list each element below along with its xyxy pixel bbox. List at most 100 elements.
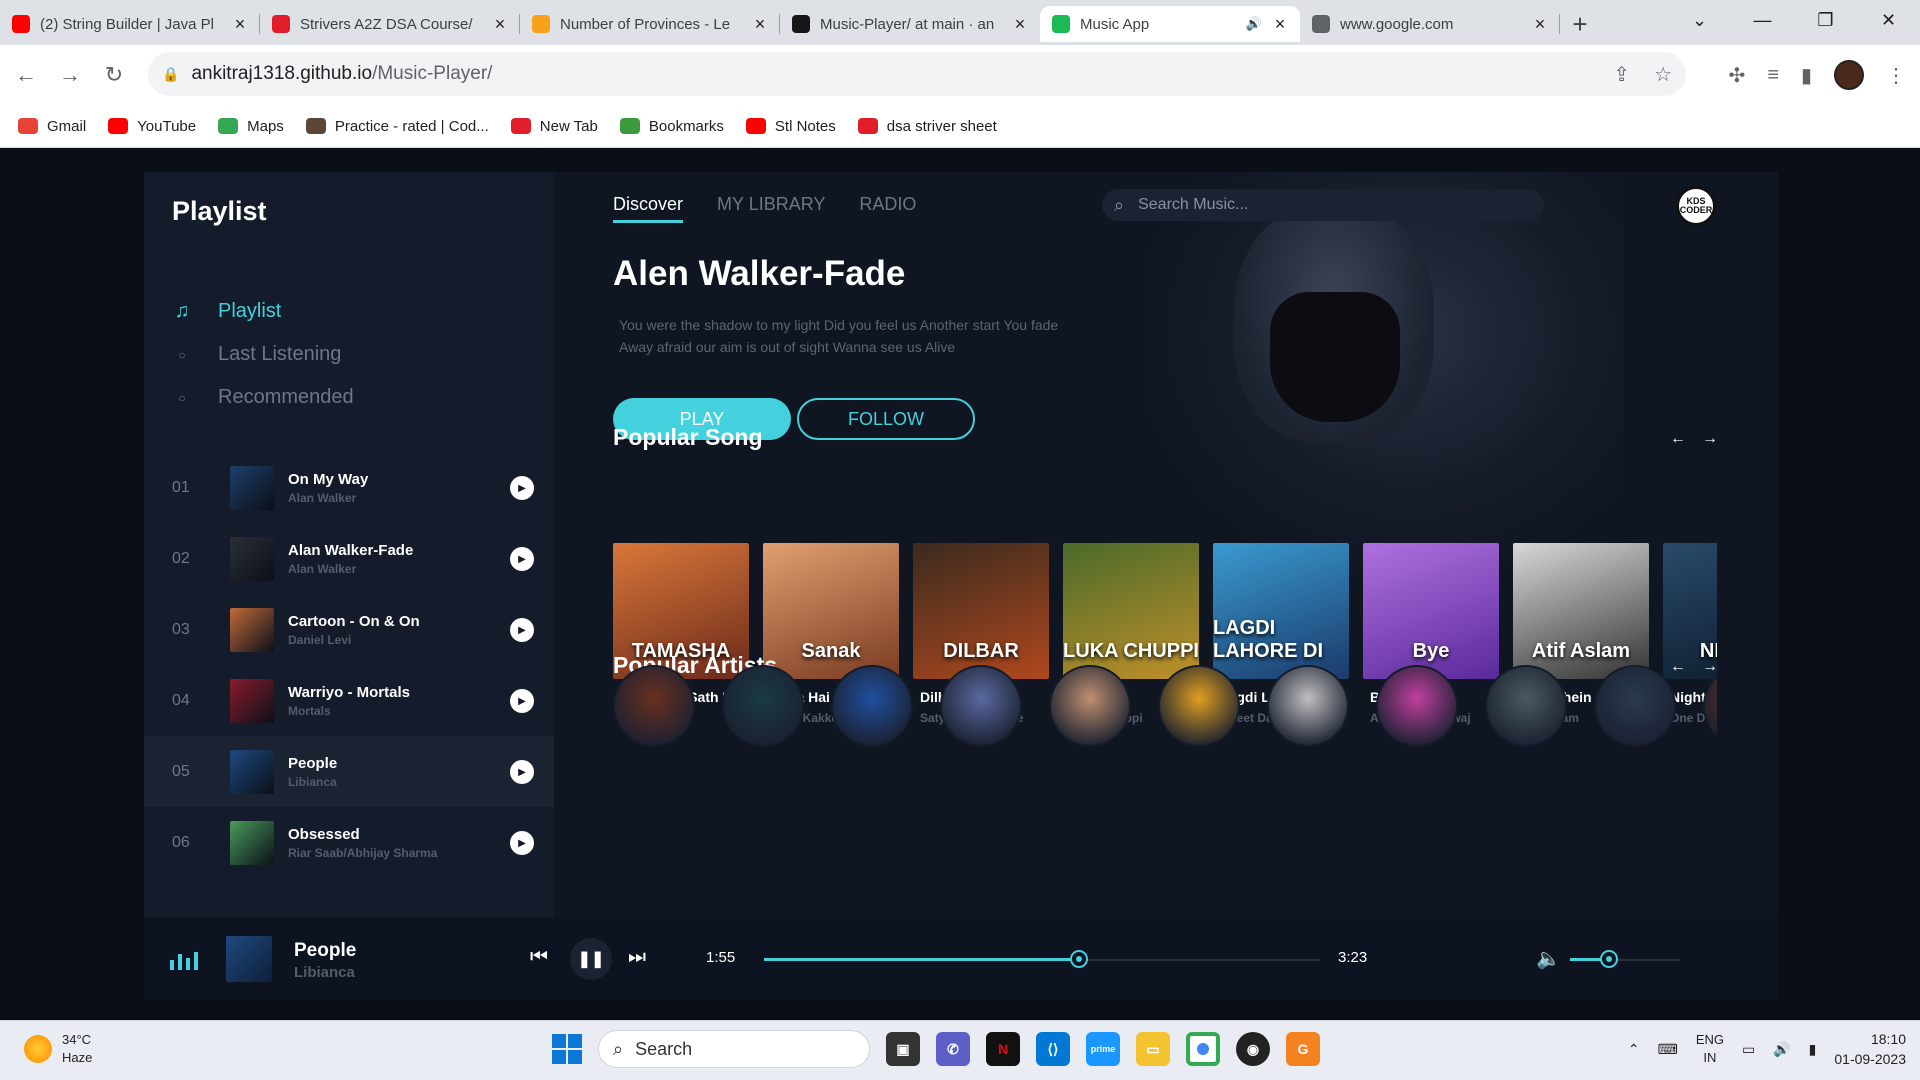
browser-tab[interactable]: Music-Player/ at main · an × [780,6,1040,42]
bookmark-item[interactable]: dsa striver sheet [857,118,997,135]
share-icon[interactable]: ⇪ [1613,62,1630,87]
bookmark-item[interactable]: Bookmarks [619,118,724,135]
taskbar-search[interactable]: ⌕ Search [598,1030,870,1068]
windows-start-icon[interactable] [552,1034,582,1064]
clock[interactable]: 18:10 01-09-2023 [1834,1029,1906,1069]
keyboard-icon[interactable]: ⌨ [1658,1041,1678,1058]
teams-chat-icon[interactable]: ✆ [936,1032,970,1066]
track-row[interactable]: 04 Warriyo - Mortals Mortals ▶ [144,665,554,736]
track-row[interactable]: 06 Obsessed Riar Saab/Abhijay Sharma ▶ [144,807,554,878]
close-tab-icon[interactable]: × [232,14,248,35]
forward-button[interactable]: → [52,57,88,93]
tab-search-icon[interactable]: ⌄ [1668,0,1731,40]
arrow-right-icon[interactable]: → [1702,430,1718,448]
obs-icon[interactable]: ◉ [1236,1032,1270,1066]
artist-avatar[interactable] [940,665,1022,747]
profile-avatar[interactable] [1834,60,1864,90]
lock-icon[interactable]: 🔒 [162,66,179,83]
chrome-icon[interactable] [1186,1032,1220,1066]
play-track-icon[interactable]: ▶ [510,547,534,571]
volume-handle[interactable] [1599,950,1618,968]
address-bar[interactable]: 🔒 ankitraj1318.github.io/Music-Player/ ⇪… [148,52,1686,96]
side-panel-icon[interactable]: ▮ [1801,63,1812,88]
track-row[interactable]: 05 People Libianca ▶ [144,736,554,807]
language-indicator[interactable]: ENG IN [1696,1031,1724,1067]
sidebar-item-recommended[interactable]: ○ Recommended [172,376,353,419]
artist-avatar[interactable] [1049,665,1131,747]
browser-tab[interactable]: (2) String Builder | Java Pl × [0,6,260,42]
close-tab-icon[interactable]: × [1272,14,1288,35]
battery-icon[interactable]: ▮ [1809,1041,1817,1058]
arrow-left-icon[interactable]: ← [1670,430,1686,448]
song-cover[interactable]: Sanak [763,543,899,679]
sidebar-item-last-listening[interactable]: ○ Last Listening [172,333,354,376]
tab-discover[interactable]: Discover [613,194,684,223]
close-tab-icon[interactable]: × [1532,14,1548,35]
song-cover[interactable]: LUKA CHUPPI [1063,543,1199,679]
artist-avatar[interactable] [1267,665,1349,747]
sidebar-item-playlist[interactable]: ♫ Playlist [172,290,354,333]
brand-logo[interactable]: KDS CODER [1676,186,1716,226]
minimize-button[interactable]: — [1731,0,1794,40]
browser-tab[interactable]: Music App 🔊 × [1040,6,1300,42]
vscode-icon[interactable]: ⟨⟩ [1036,1032,1070,1066]
play-track-icon[interactable]: ▶ [510,760,534,784]
browser-tab[interactable]: Number of Provinces - Le × [520,6,780,42]
close-tab-icon[interactable]: × [752,14,768,35]
speaker-icon[interactable]: 🔊 [1773,1041,1790,1058]
artist-avatar[interactable] [1376,665,1458,747]
pdf-app-icon[interactable]: G [1286,1032,1320,1066]
artist-avatar[interactable] [1594,665,1676,747]
tab-radio[interactable]: RADIO [859,194,916,223]
artist-avatar[interactable] [722,665,804,747]
play-track-icon[interactable]: ▶ [510,476,534,500]
back-button[interactable]: ← [8,57,44,93]
bookmark-item[interactable]: Stl Notes [745,118,836,135]
netflix-icon[interactable]: N [986,1032,1020,1066]
reload-button[interactable]: ↻ [96,57,132,93]
browser-tab[interactable]: www.google.com × [1300,6,1560,42]
extensions-puzzle-icon[interactable]: ✣ [1729,63,1746,88]
track-row[interactable]: 03 Cartoon - On & On Daniel Levi ▶ [144,594,554,665]
close-window-button[interactable]: ✕ [1857,0,1920,40]
search-input[interactable] [1138,196,1479,214]
network-icon[interactable]: ▭ [1742,1041,1755,1058]
bookmark-star-icon[interactable]: ☆ [1654,62,1672,87]
song-cover[interactable]: LAGDI LAHORE DI [1213,543,1349,679]
tab-my-library[interactable]: MY LIBRARY [717,194,825,223]
url-text[interactable]: ankitraj1318.github.io/Music-Player/ [191,63,492,85]
bookmark-item[interactable]: Maps [218,118,284,135]
browser-tab[interactable]: Strivers A2Z DSA Course/ × [260,6,520,42]
progress-handle[interactable] [1069,950,1088,968]
play-track-icon[interactable]: ▶ [510,618,534,642]
bookmark-item[interactable]: YouTube [108,118,196,135]
task-view-icon[interactable]: ▣ [886,1032,920,1066]
play-track-icon[interactable]: ▶ [510,831,534,855]
song-cover[interactable]: DILBAR [913,543,1049,679]
pause-button[interactable]: ❚❚ [570,938,612,980]
audio-playing-icon[interactable]: 🔊 [1246,16,1262,32]
media-queue-icon[interactable]: ≡ [1767,64,1779,87]
chrome-menu-icon[interactable]: ⋮ [1886,63,1906,88]
bookmark-item[interactable]: Practice - rated | Cod... [305,118,489,135]
next-track-icon[interactable]: ⏭ [628,946,646,969]
previous-track-icon[interactable]: ⏮ [530,946,548,969]
bookmark-item[interactable]: Gmail [18,118,86,135]
chevron-up-icon[interactable]: ⌃ [1628,1041,1640,1058]
prime-video-icon[interactable]: prime [1086,1032,1120,1066]
artist-avatar[interactable] [1485,665,1567,747]
track-row[interactable]: 01 On My Way Alan Walker ▶ [144,452,554,523]
close-tab-icon[interactable]: × [492,14,508,35]
artist-avatar[interactable] [1158,665,1240,747]
new-tab-button[interactable]: + [1560,6,1600,42]
artist-avatar[interactable] [613,665,695,747]
artist-avatar[interactable] [1703,665,1717,747]
volume-icon[interactable]: 🔈 [1536,946,1561,971]
artist-avatar[interactable] [831,665,913,747]
song-cover[interactable]: Bye [1363,543,1499,679]
weather-widget[interactable]: 34°C Haze [24,1031,92,1067]
file-explorer-icon[interactable]: ▭ [1136,1032,1170,1066]
close-tab-icon[interactable]: × [1012,14,1028,35]
restore-button[interactable]: ❐ [1794,0,1857,40]
follow-button[interactable]: FOLLOW [797,398,975,440]
